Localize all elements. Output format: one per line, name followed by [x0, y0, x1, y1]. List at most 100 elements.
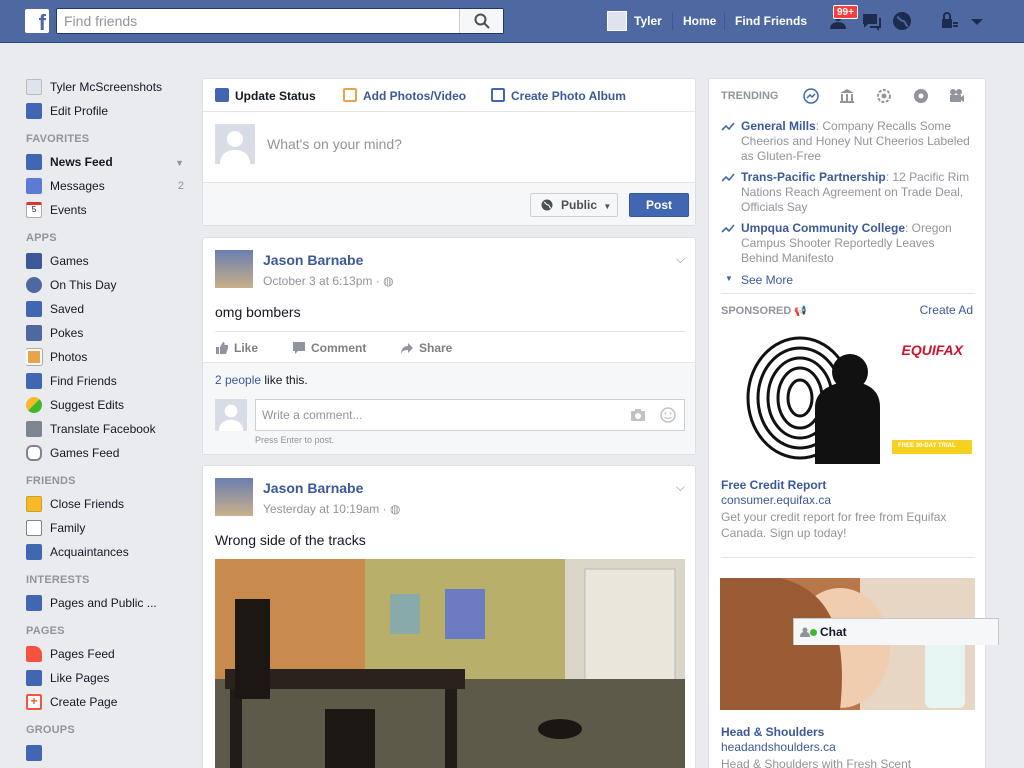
- trending-title[interactable]: Trans-Pacific Partnership: [741, 170, 886, 184]
- see-more-link[interactable]: ▼ See More: [725, 273, 793, 287]
- sidebar-item-acquaintances[interactable]: Acquaintances: [26, 543, 186, 567]
- default-avatar-icon: [219, 404, 243, 431]
- ad-url[interactable]: headandshoulders.ca: [721, 740, 836, 754]
- trending-top-icon[interactable]: [803, 88, 819, 104]
- top-bar: f Tyler Home Find Friends 99+: [0, 0, 1024, 43]
- chevron-down-icon: ▼: [603, 202, 612, 211]
- poke-hand-icon: [26, 325, 42, 341]
- clock-icon: [26, 277, 42, 293]
- globe-icon: [541, 199, 553, 211]
- sidebar-item-pages-and-public[interactable]: Pages and Public ...: [26, 594, 186, 618]
- account-menu-chevron-icon[interactable]: [966, 11, 988, 31]
- politics-building-icon[interactable]: [839, 88, 855, 104]
- like-button[interactable]: Like: [215, 341, 258, 355]
- home-link[interactable]: Home: [683, 0, 716, 43]
- calendar-icon: 5: [26, 202, 42, 218]
- post-timestamp[interactable]: Yesterday at 10:19am · ◍: [263, 502, 400, 516]
- search-button[interactable]: [459, 9, 503, 33]
- find-friends-link[interactable]: Find Friends: [735, 0, 807, 43]
- status-input[interactable]: What's on your mind?: [267, 136, 402, 152]
- tab-label: Update Status: [235, 89, 316, 103]
- post-options-chevron-icon[interactable]: ⌵: [676, 252, 685, 267]
- sidebar-item-label: News Feed: [50, 155, 113, 169]
- edit-profile-link[interactable]: Edit Profile: [26, 102, 186, 126]
- divider: [203, 111, 695, 112]
- chat-tab[interactable]: Chat: [793, 618, 999, 645]
- emoji-icon[interactable]: [660, 407, 676, 423]
- sidebar-item-find-friends[interactable]: Find Friends: [26, 372, 186, 396]
- search-input[interactable]: [57, 9, 457, 33]
- sidebar-item-like-pages[interactable]: Like Pages: [26, 669, 186, 693]
- post-button[interactable]: Post: [629, 193, 689, 217]
- user-avatar[interactable]: [607, 11, 627, 31]
- post-options-chevron-icon[interactable]: ⌵: [676, 480, 685, 495]
- sidebar-item-close-friends[interactable]: Close Friends: [26, 495, 186, 519]
- post-author[interactable]: Jason Barnabe: [263, 252, 363, 268]
- comment-input[interactable]: [256, 400, 596, 430]
- ad-url[interactable]: consumer.equifax.ca: [721, 493, 831, 507]
- facebook-logo[interactable]: f: [25, 9, 49, 33]
- messages-icon[interactable]: [860, 11, 882, 31]
- comment-label: Comment: [311, 341, 367, 355]
- sidebar-item-create-page[interactable]: + Create Page: [26, 693, 186, 717]
- ad-title[interactable]: Free Credit Report: [721, 478, 826, 492]
- sports-ball-icon[interactable]: [913, 88, 929, 104]
- equifax-logo: EQUIFAX: [901, 342, 963, 358]
- ad-image[interactable]: EQUIFAX FREE 30-DAY TRIAL: [720, 332, 975, 464]
- privacy-selector[interactable]: Public ▼: [530, 193, 618, 217]
- sidebar-item-suggest-edits[interactable]: Suggest Edits: [26, 396, 186, 420]
- default-avatar-icon: [220, 131, 250, 164]
- sidebar-item-news-feed[interactable]: News Feed ▼: [26, 153, 186, 177]
- tab-create-photo-album[interactable]: Create Photo Album: [491, 87, 626, 105]
- divider: [215, 331, 685, 332]
- sidebar-item-label: Messages: [50, 179, 105, 193]
- entertainment-camera-icon[interactable]: [949, 88, 965, 104]
- author-avatar[interactable]: [215, 478, 253, 516]
- trending-item[interactable]: Umpqua Community College: Oregon Campus …: [721, 221, 975, 266]
- sidebar-item-pages-feed[interactable]: Pages Feed: [26, 645, 186, 669]
- share-button[interactable]: Share: [400, 341, 452, 355]
- sidebar-item-pokes[interactable]: Pokes: [26, 324, 186, 348]
- sidebar-item-groups[interactable]: [26, 744, 186, 768]
- post-text: Wrong side of the tracks: [215, 532, 366, 548]
- trending-item[interactable]: General Mills: Company Recalls Some Chee…: [721, 119, 975, 164]
- likers-link[interactable]: 2 people: [215, 373, 261, 387]
- tab-label: Create Photo Album: [511, 89, 626, 103]
- create-ad-link[interactable]: Create Ad: [920, 303, 973, 317]
- profile-link[interactable]: Tyler McScreenshots: [26, 78, 186, 102]
- sidebar-item-events[interactable]: 5 Events: [26, 201, 186, 225]
- chat-label: Chat: [820, 625, 847, 639]
- sidebar-item-photos[interactable]: Photos: [26, 348, 186, 372]
- translate-icon: [26, 421, 42, 437]
- post-photo[interactable]: [215, 559, 685, 768]
- dropdown-arrow-icon[interactable]: ▼: [175, 154, 184, 172]
- sidebar-item-games-feed[interactable]: Games Feed: [26, 444, 186, 468]
- globe-notifications-icon[interactable]: [891, 11, 913, 31]
- author-avatar[interactable]: [215, 250, 253, 288]
- post-author[interactable]: Jason Barnabe: [263, 480, 363, 496]
- ad-title[interactable]: Head & Shoulders: [721, 725, 824, 739]
- tab-add-photos-video[interactable]: Add Photos/Video: [343, 87, 466, 105]
- profile-link[interactable]: Tyler: [634, 0, 662, 43]
- sidebar-item-translate-facebook[interactable]: Translate Facebook: [26, 420, 186, 444]
- avatar: [26, 79, 42, 95]
- sidebar-item-saved[interactable]: Saved: [26, 300, 186, 324]
- comment-button[interactable]: Comment: [292, 341, 366, 355]
- privacy-shortcuts-icon[interactable]: [938, 11, 960, 31]
- photos-icon: [26, 348, 43, 366]
- sidebar-item-messages[interactable]: Messages 2: [26, 177, 186, 201]
- science-gear-icon[interactable]: [876, 88, 892, 104]
- likes-text: like this.: [261, 373, 308, 387]
- comment-box: [255, 399, 685, 431]
- pages-feed-icon: [26, 595, 42, 611]
- sidebar-item-family[interactable]: Family: [26, 519, 186, 543]
- sidebar-item-games[interactable]: Games: [26, 252, 186, 276]
- camera-icon[interactable]: [630, 408, 646, 422]
- post-timestamp[interactable]: October 3 at 6:13pm · ◍: [263, 274, 394, 288]
- tab-update-status[interactable]: Update Status: [215, 87, 316, 105]
- trending-title[interactable]: General Mills: [741, 119, 816, 133]
- trending-item[interactable]: Trans-Pacific Partnership: 12 Pacific Ri…: [721, 170, 975, 215]
- sidebar-item-on-this-day[interactable]: On This Day: [26, 276, 186, 300]
- trending-title[interactable]: Umpqua Community College: [741, 221, 905, 235]
- sidebar-item-label: Acquaintances: [50, 545, 129, 559]
